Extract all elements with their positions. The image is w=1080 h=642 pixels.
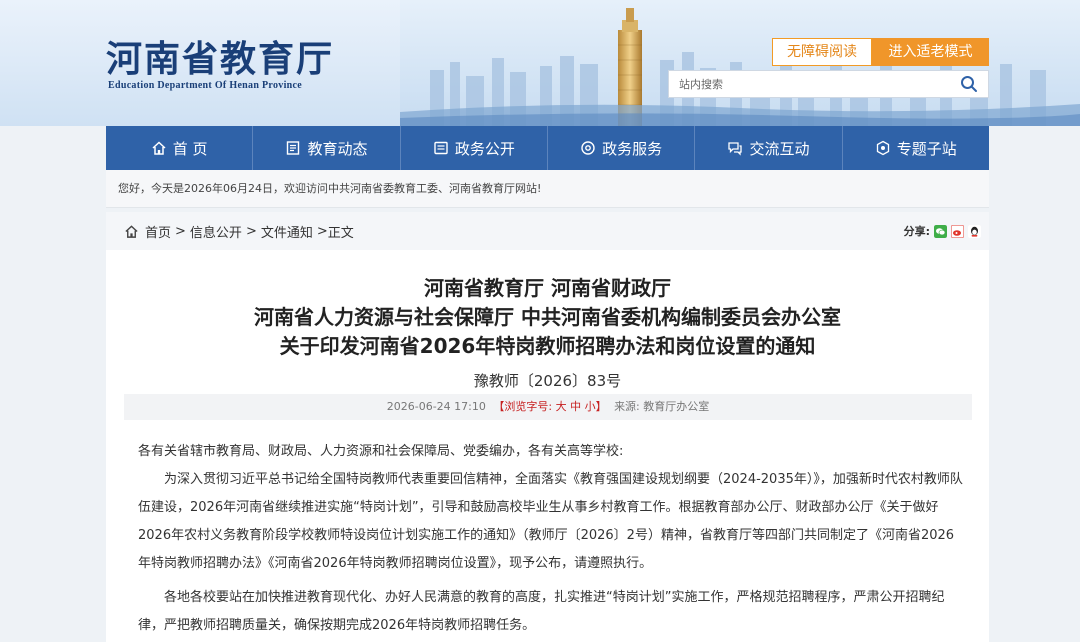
site-logo-subtitle: Education Department Of Henan Province	[108, 80, 302, 91]
breadcrumb-link-notices[interactable]: 文件通知	[261, 222, 313, 241]
accessibility-reading-button[interactable]: 无障碍阅读	[772, 38, 872, 66]
main-nav: 首 页 教育动态 政务公开 政务服务 交流互动 专题子站	[106, 126, 989, 170]
document-icon	[434, 141, 448, 155]
nav-item-label: 政务公开	[454, 139, 515, 158]
publish-datetime: 2026-06-24 17:10	[386, 400, 486, 413]
news-icon	[287, 141, 300, 155]
font-size-small[interactable]: 小	[585, 400, 596, 413]
weibo-icon[interactable]	[951, 224, 964, 238]
wechat-icon[interactable]	[934, 224, 947, 238]
share-bar: 分享:	[904, 212, 981, 250]
nav-item-home[interactable]: 首 页	[106, 126, 254, 170]
site-header: 河南省教育厅 Education Department Of Henan Pro…	[0, 0, 1080, 126]
share-label: 分享:	[903, 225, 930, 238]
service-icon	[581, 141, 595, 155]
nav-item-government-services[interactable]: 政务服务	[548, 126, 696, 170]
nav-item-label: 交流互动	[749, 139, 810, 158]
font-size-medium[interactable]: 中	[570, 400, 581, 413]
topic-icon	[876, 140, 889, 156]
breadcrumb-link-info-disclosure[interactable]: 信息公开	[190, 222, 242, 241]
article-paragraph: 为深入贯彻习近平总书记给全国特岗教师代表重要回信精神，全面落实《教育强国建设规划…	[138, 472, 963, 571]
site-search	[668, 70, 989, 98]
font-size-label: 【浏览字号:	[493, 400, 556, 413]
nav-item-label: 专题子站	[896, 139, 957, 158]
article-content: 河南省教育厅 河南省财政厅 河南省人力资源与社会保障厅 中共河南省委机构编制委员…	[106, 250, 989, 642]
breadcrumb-separator: >	[316, 223, 328, 239]
home-icon	[152, 141, 166, 155]
nav-item-label: 政务服务	[602, 139, 663, 158]
nav-item-topic-sites[interactable]: 专题子站	[843, 126, 989, 170]
nav-item-education-news[interactable]: 教育动态	[253, 126, 401, 170]
font-size-large[interactable]: 大	[556, 400, 567, 413]
nav-item-interaction[interactable]: 交流互动	[695, 126, 843, 170]
elder-mode-button[interactable]: 进入适老模式	[872, 38, 989, 66]
nav-item-label: 首 页	[172, 139, 208, 158]
article-title-line-2: 河南省人力资源与社会保障厅 中共河南省委机构编制委员会办公室	[254, 305, 841, 329]
breadcrumb-current: 正文	[327, 225, 354, 241]
article-meta: 2026-06-24 17:10 【浏览字号: 大 中 小】 来源: 教育厅办公…	[124, 394, 972, 420]
article-title-line-1: 河南省教育厅 河南省财政厅	[424, 276, 671, 300]
site-logo-title[interactable]: 河南省教育厅	[106, 30, 334, 82]
interact-icon	[728, 142, 743, 156]
article-paragraph: 各地各校要站在加快推进教育现代化、办好人民满意的教育的高度，扎实推进“特岗计划”…	[138, 590, 945, 633]
welcome-bar: 您好，今天是2026年06月24日，欢迎访问中共河南省委教育工委、河南省教育厅网…	[106, 170, 989, 208]
breadcrumb: 首页 > 信息公开 > 文件通知 > 正文	[124, 212, 354, 250]
article-title-line-3: 关于印发河南省2026年特岗教师招聘办法和岗位设置的通知	[279, 334, 816, 358]
breadcrumb-home-link[interactable]: 首页	[145, 222, 171, 241]
home-icon	[125, 224, 138, 238]
article-salutation: 各有关省辖市教育局、财政局、人力资源和社会保障局、党委编办，各有关高等学校:	[138, 444, 624, 459]
search-input[interactable]	[669, 71, 949, 97]
search-icon[interactable]	[960, 75, 978, 93]
breadcrumb-separator: >	[175, 223, 186, 239]
nav-item-label: 教育动态	[307, 139, 368, 158]
qq-icon[interactable]	[968, 224, 981, 238]
nav-item-government-affairs[interactable]: 政务公开	[401, 126, 548, 170]
breadcrumb-bar: 首页 > 信息公开 > 文件通知 > 正文 分享:	[106, 212, 989, 250]
article-source: 来源: 教育厅办公室	[614, 400, 710, 413]
font-size-label-close: 】	[595, 400, 607, 413]
breadcrumb-separator: >	[245, 223, 257, 239]
document-number: 豫教师〔2026〕83号	[473, 372, 622, 390]
